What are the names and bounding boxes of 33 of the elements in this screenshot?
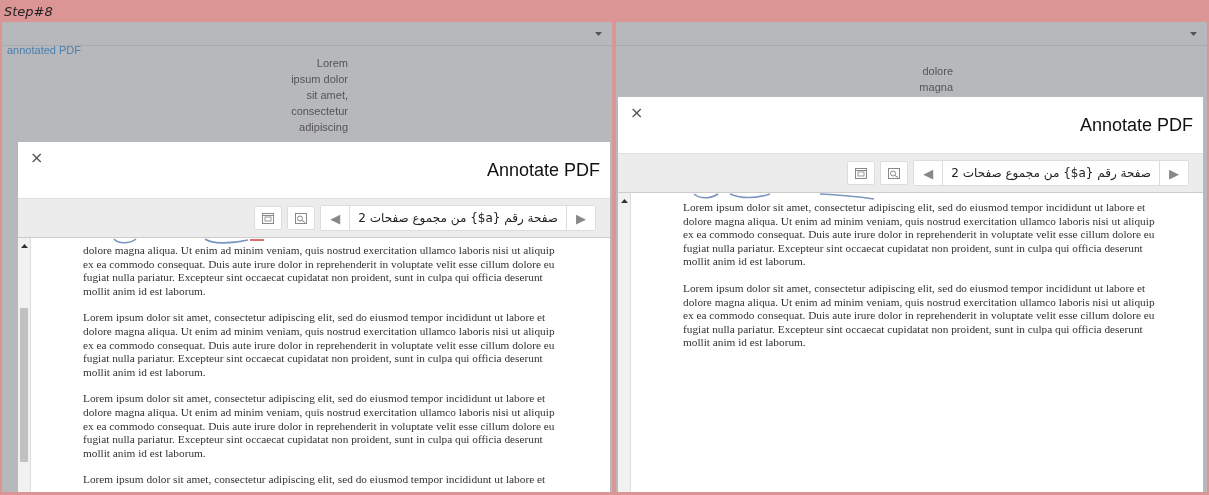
background-text: adipiscing (299, 120, 348, 135)
fit-page-icon (262, 212, 275, 224)
dialog-title: Annotate PDF (486, 159, 600, 181)
background-text: sit amet, (306, 88, 348, 103)
document-paragraph: Lorem ipsum dolor sit amet, consectetur adipiscing elit, sed do eiusmod tempor incididunt ut labore et dolore magna aliqua. Ut enim ad minim veniam, quis nostrud exercitation ullamco laboris nisi ut aliquip ex ea commodo consequat. Duis aute irure dolor in reprehenderit in voluptate velit esse cillum dolore eu fugiat nulla pariatur. Excepteur sint occaecat cupidatat non proident, sunt in culpa qui officia deserunt mollit anim id est laborum. (683, 281, 1155, 350)
annotated-pdf-link[interactable]: annotated PDF (7, 44, 81, 56)
background-text: consectetur (291, 104, 348, 119)
zoom-button[interactable] (287, 206, 316, 230)
document-paragraph: Lorem ipsum dolor sit amet, consectetur adipiscing elit, sed do eiusmod tempor incididunt ut labore et dolore magna aliqua. Ut enim ad minim veniam, quis nostrud exercitation ullamco laboris nisi ut aliquip ex ea commodo consequat. Duis aute irure dolor in reprehenderit in voluptate velit esse cillum dolore eu fugiat nulla pariatur. Excepteur sint occaecat cupidatat non proident, sunt in culpa qui officia deserunt mollit anim id est laborum. (83, 392, 555, 461)
caret-icon[interactable] (595, 31, 602, 36)
scroll-up-icon[interactable] (620, 199, 628, 203)
zoom-icon (888, 167, 901, 179)
dialog-title: Annotate PDF (1079, 114, 1193, 136)
document-paragraph: Lorem ipsum dolor sit amet, consectetur adipiscing elit, sed do eiusmod tempor incididunt ut labore et dolore magna aliqua. Ut enim ad minim veniam, quis nostrud exercitation ullamco laboris nisi ut aliquip ex ea commodo consequat. Duis aute irure dolor in reprehenderit in voluptate velit esse cillum dolore eu fugiat nulla pariatur. Excepteur sint occaecat cupidatat non proident, sunt in culpa qui officia deserunt mollit anim id est laborum. (683, 201, 1155, 269)
caret-icon[interactable] (1190, 31, 1197, 36)
document-paragraph: Lorem ipsum dolor sit amet, consectetur adipiscing elit, sed do eiusmod tempor incididunt ut labore et (83, 473, 547, 487)
document-paragraph: Lorem ipsum dolor sit amet, consectetur adipiscing elit, sed do eiusmod tempor incididunt ut labore et dolore magna aliqua. Ut enim ad minim veniam, quis nostrud exercitation ullamco laboris nisi ut aliquip ex ea commodo consequat. Duis aute irure dolor in reprehenderit in voluptate velit esse cillum dolore eu fugiat nulla pariatur. Excepteur sint occaecat cupidatat non proident, sunt in culpa qui officia deserunt mollit anim id est laborum. (83, 311, 555, 380)
fit-page-icon (855, 167, 868, 179)
close-button[interactable]: × (628, 103, 646, 122)
fit-page-button[interactable] (847, 161, 876, 185)
document-paragraph: dolore magna aliqua. Ut enim ad minim veniam, quis nostrud exercitation ullamco laboris nisi ut aliquip ex ea commodo consequat. Duis aute irure dolor in reprehenderit in voluptate velit esse cillum dolore eu fugiat nulla pariatur. Excepteur sint occaecat cupidatat non proident, sunt in culpa qui officia deserunt mollit anim id est laborum. (83, 244, 555, 299)
background-text: dolore (922, 64, 953, 79)
scroll-up-icon[interactable] (20, 244, 28, 248)
background-text: ipsum dolor (291, 72, 348, 87)
background-text: Lorem (316, 56, 348, 71)
background-text: magna (919, 80, 953, 95)
fit-page-button[interactable] (254, 206, 283, 230)
scrollbar[interactable] (618, 193, 631, 492)
close-button[interactable]: × (28, 148, 46, 167)
scrollbar[interactable] (18, 238, 31, 492)
step-label: Step#8 (4, 3, 53, 19)
zoom-icon (295, 212, 308, 224)
zoom-button[interactable] (880, 161, 909, 185)
